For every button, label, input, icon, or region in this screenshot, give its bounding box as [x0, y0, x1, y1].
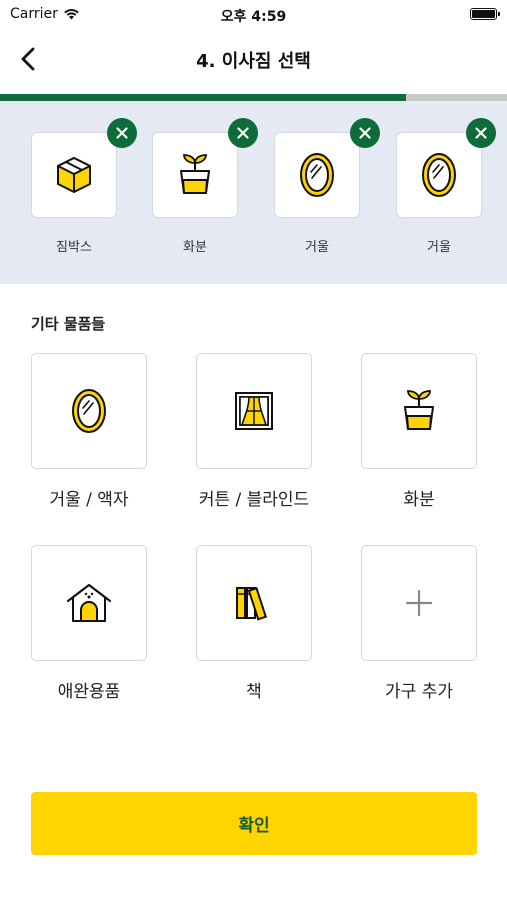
grid-item-books: 책: [196, 545, 312, 702]
plant-icon: [180, 154, 210, 194]
selected-item-card[interactable]: [31, 132, 117, 218]
box-icon: [57, 157, 91, 193]
mirror-icon: [72, 389, 106, 433]
selected-item: 화분: [152, 118, 258, 255]
battery-icon: [470, 8, 500, 20]
selected-item-label: 거울: [427, 240, 451, 255]
close-icon: [116, 127, 128, 139]
grid-item-card[interactable]: [31, 545, 147, 661]
grid-item-pet-supplies: 애완용품: [31, 545, 147, 702]
confirm-button[interactable]: 확인: [31, 792, 477, 855]
selected-item: 거울: [274, 118, 380, 255]
status-time: 오후 4:59: [220, 9, 287, 25]
grid-item-mirror-frame: 거울 / 액자: [31, 353, 147, 510]
selected-item-label: 거울: [305, 240, 329, 255]
close-icon: [475, 127, 487, 139]
plus-icon: [406, 590, 432, 616]
selected-item-card[interactable]: [152, 132, 238, 218]
close-icon: [237, 127, 249, 139]
grid-item-plant: 화분: [361, 353, 477, 510]
nav-bar: 4. 이사짐 선택: [0, 36, 507, 82]
grid-item-curtain-blind: 커튼 / 블라인드: [196, 353, 312, 510]
grid-item-label: 거울 / 액자: [49, 490, 129, 510]
grid-item-card[interactable]: [361, 353, 477, 469]
progress-fill: [0, 94, 406, 101]
curtain-icon: [235, 392, 273, 430]
selected-item: 짐박스: [31, 118, 137, 255]
selected-item: 거울: [396, 118, 496, 255]
grid-item-card[interactable]: [31, 353, 147, 469]
mirror-icon: [300, 153, 334, 197]
pet-house-icon: [66, 583, 112, 622]
remove-item-button[interactable]: [228, 118, 258, 148]
remove-item-button[interactable]: [107, 118, 137, 148]
selected-item-label: 화분: [183, 240, 207, 255]
grid-item-card[interactable]: [361, 545, 477, 661]
selected-item-label: 짐박스: [56, 240, 92, 255]
mirror-icon: [422, 153, 456, 197]
remove-item-button[interactable]: [350, 118, 380, 148]
grid-item-label: 책: [246, 682, 262, 702]
grid-item-label: 화분: [403, 490, 435, 510]
remove-item-button[interactable]: [466, 118, 496, 148]
close-icon: [359, 127, 371, 139]
section-title: 기타 물품들: [31, 315, 106, 333]
books-icon: [236, 586, 268, 621]
grid-item-label: 커튼 / 블라인드: [198, 490, 310, 510]
selected-items-strip: 짐박스 화분 거울 거울: [0, 101, 507, 284]
grid-item-add-furniture: 가구 추가: [361, 545, 477, 702]
grid-item-label: 가구 추가: [385, 682, 453, 702]
page-title: 4. 이사짐 선택: [196, 51, 311, 72]
selected-item-card[interactable]: [396, 132, 482, 218]
grid-item-card[interactable]: [196, 353, 312, 469]
step-progress-bar: [0, 94, 507, 101]
plant-icon: [404, 390, 434, 430]
status-bar: Carrier 오후 4:59: [0, 0, 507, 28]
grid-item-label: 애완용품: [57, 682, 121, 702]
selected-item-card[interactable]: [274, 132, 360, 218]
grid-item-card[interactable]: [196, 545, 312, 661]
